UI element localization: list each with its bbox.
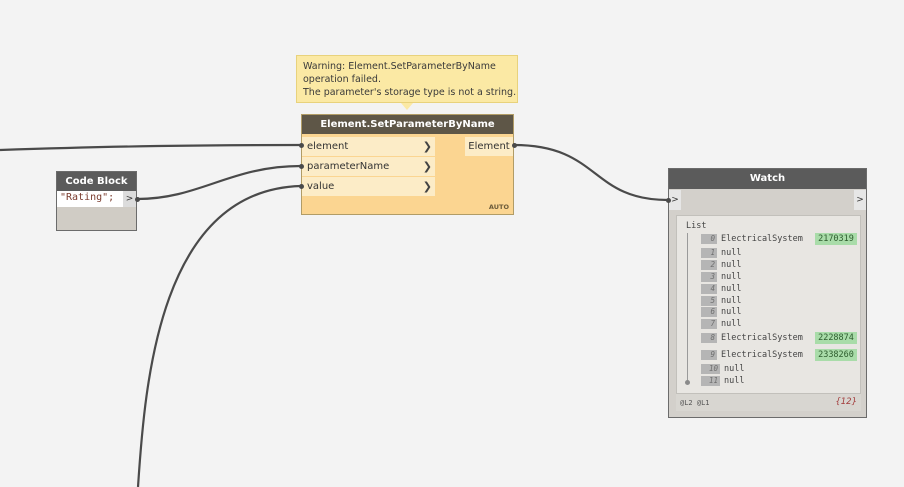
- list-item: 9 ElectricalSystem 2338260: [701, 349, 857, 361]
- wire-element-input[interactable]: [0, 143, 302, 152]
- item-count: {12}: [835, 397, 857, 407]
- list-item: 5 null: [701, 296, 741, 307]
- list-index: 1: [701, 248, 717, 258]
- input-port-dot[interactable]: [299, 184, 304, 189]
- list-item: 7 null: [701, 319, 741, 330]
- port-label: parameterName: [307, 161, 390, 172]
- tree-end-dot: [685, 380, 690, 385]
- list-item: 2 null: [701, 260, 741, 271]
- list-value: ElectricalSystem: [721, 234, 803, 244]
- warning-line: The parameter's storage type is not a st…: [303, 87, 517, 98]
- port-label: element: [307, 141, 349, 152]
- list-value: null: [721, 272, 742, 282]
- output-port-element[interactable]: Element: [465, 137, 513, 156]
- list-index: 8: [701, 333, 717, 343]
- warning-line: Warning: Element.SetParameterByName: [303, 61, 496, 72]
- list-index: 2: [701, 260, 717, 270]
- list-value: ElectricalSystem: [721, 350, 803, 360]
- list-index: 9: [701, 350, 717, 360]
- chevron-right-icon: ❯: [422, 160, 432, 173]
- list-index: 10: [701, 364, 720, 374]
- list-value: null: [721, 296, 742, 306]
- input-port-dot[interactable]: [299, 164, 304, 169]
- set-parameter-by-name-node[interactable]: Element.SetParameterByName element ❯ par…: [301, 114, 514, 215]
- list-index: 6: [701, 307, 717, 317]
- list-levels[interactable]: @L2 @L1: [680, 399, 710, 407]
- element-id-badge[interactable]: 2228874: [815, 332, 857, 344]
- list-label: List: [686, 221, 707, 231]
- code-text[interactable]: "Rating";: [60, 192, 114, 203]
- list-item: 1 null: [701, 248, 741, 259]
- list-value: null: [721, 248, 742, 258]
- input-port-element[interactable]: element ❯: [302, 137, 435, 156]
- node-title[interactable]: Element.SetParameterByName: [302, 115, 513, 134]
- list-index: 11: [701, 376, 720, 386]
- warning-pointer: [401, 103, 413, 110]
- input-port-dot[interactable]: [666, 198, 671, 203]
- node-title[interactable]: Watch: [669, 169, 866, 189]
- port-label: value: [307, 181, 335, 192]
- output-port-dot[interactable]: [135, 197, 140, 202]
- output-port-dot[interactable]: [512, 143, 517, 148]
- input-port-value[interactable]: value ❯: [302, 177, 435, 196]
- watch-node[interactable]: Watch > > List 0 ElectricalSystem 2170319…: [668, 168, 867, 418]
- wire-codeblock-to-parametername[interactable]: [136, 164, 302, 201]
- code-editor[interactable]: "Rating"; >: [57, 191, 136, 207]
- warning-line: operation failed.: [303, 74, 381, 85]
- list-value: null: [721, 260, 742, 270]
- list-value: null: [721, 284, 742, 294]
- element-id-badge[interactable]: 2338260: [815, 349, 857, 361]
- chevron-right-icon: ❯: [422, 140, 432, 153]
- list-index: 7: [701, 319, 717, 329]
- wire-element-to-watch[interactable]: [513, 143, 669, 202]
- list-item: 6 null: [701, 307, 741, 318]
- list-item: 8 ElectricalSystem 2228874: [701, 332, 857, 344]
- tree-line: [687, 233, 688, 381]
- node-title[interactable]: Code Block: [57, 172, 136, 191]
- list-index: 3: [701, 272, 717, 282]
- list-value: null: [721, 319, 742, 329]
- lacing-indicator[interactable]: AUTO: [489, 203, 509, 211]
- input-port-parametername[interactable]: parameterName ❯: [302, 157, 435, 176]
- input-port-dot[interactable]: [299, 143, 304, 148]
- watch-footer: @L2 @L1 {12}: [676, 393, 861, 411]
- code-block-node[interactable]: Code Block "Rating"; >: [56, 171, 137, 231]
- warning-tooltip: Warning: Element.SetParameterByName oper…: [296, 55, 518, 103]
- list-value: null: [721, 307, 742, 317]
- watch-output-port[interactable]: >: [854, 190, 866, 210]
- list-item: 10 null: [701, 364, 744, 375]
- watch-preview-panel[interactable]: List 0 ElectricalSystem 2170319 1 null 2 nu…: [676, 215, 861, 411]
- wire-value-input[interactable]: [136, 184, 302, 487]
- element-id-badge[interactable]: 2170319: [815, 233, 857, 245]
- list-item: 3 null: [701, 272, 741, 283]
- list-item: 0 ElectricalSystem 2170319: [701, 233, 857, 245]
- list-item: 4 null: [701, 284, 741, 295]
- list-value: ElectricalSystem: [721, 333, 803, 343]
- list-index: 4: [701, 284, 717, 294]
- list-index: 5: [701, 296, 717, 306]
- list-item: 11 null: [701, 376, 744, 387]
- list-index: 0: [701, 234, 717, 244]
- list-value: null: [724, 364, 745, 374]
- chevron-right-icon: ❯: [422, 180, 432, 193]
- list-value: null: [724, 376, 745, 386]
